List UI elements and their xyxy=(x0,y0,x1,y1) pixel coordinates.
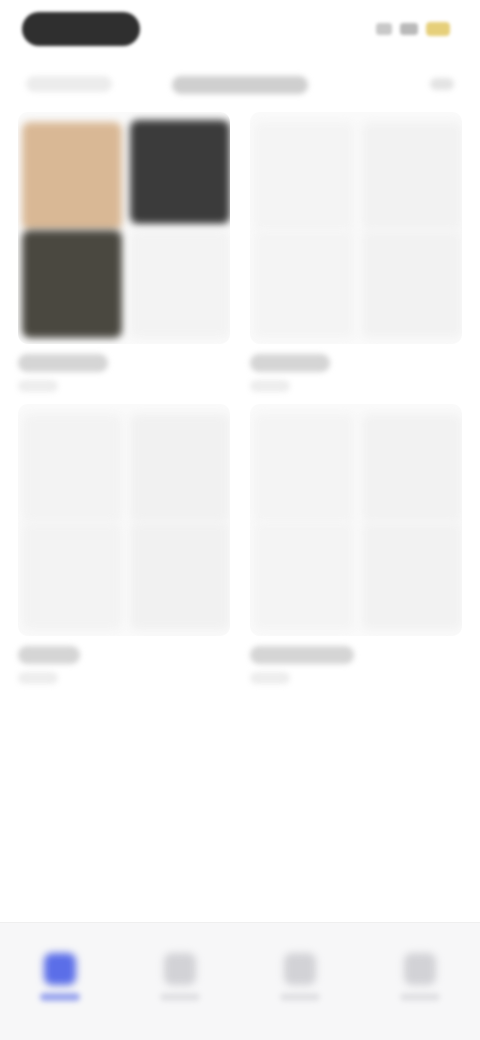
tab-label xyxy=(40,993,80,1001)
status-time xyxy=(22,12,23,13)
album-thumbnail xyxy=(362,522,462,630)
album-thumbnail xyxy=(362,230,462,338)
battery-icon xyxy=(426,22,450,36)
album-count-text xyxy=(18,672,19,673)
album-item[interactable] xyxy=(18,404,230,684)
album-thumbnail xyxy=(130,414,230,522)
album-title-text xyxy=(250,646,251,647)
tab-label-text xyxy=(160,993,161,994)
album-thumbnail xyxy=(254,414,354,522)
photos-albums-screen xyxy=(0,0,480,1040)
album-thumbnail xyxy=(22,414,122,522)
nav-header xyxy=(0,62,480,108)
album-thumbnail xyxy=(254,522,354,630)
photo-library-icon xyxy=(44,953,76,985)
page-title-text xyxy=(172,76,173,77)
back-label xyxy=(26,76,27,77)
album-thumbnail xyxy=(130,120,230,224)
album-thumbnail xyxy=(22,522,122,630)
more-button[interactable] xyxy=(430,78,454,90)
album-count-text xyxy=(250,672,251,673)
tab-for-you[interactable] xyxy=(150,943,210,1003)
album-thumbnail xyxy=(22,230,122,338)
album-cover[interactable] xyxy=(250,112,462,344)
tab-search[interactable] xyxy=(390,943,450,1003)
status-time-pill xyxy=(22,12,140,46)
album-thumbnail xyxy=(130,522,230,630)
status-bar xyxy=(0,0,480,60)
album-item[interactable] xyxy=(250,112,462,392)
album-thumbnail xyxy=(362,414,462,522)
album-thumbnail xyxy=(362,122,462,230)
more-label xyxy=(430,78,431,79)
signal-icon xyxy=(376,23,392,35)
album-cover[interactable] xyxy=(18,112,230,344)
album-title xyxy=(18,354,108,372)
album-cover[interactable] xyxy=(18,404,230,636)
album-thumbnail xyxy=(254,122,354,230)
status-icons xyxy=(376,22,450,36)
album-count xyxy=(250,380,290,392)
tab-label xyxy=(400,993,440,1001)
album-title xyxy=(250,354,330,372)
album-thumbnail xyxy=(254,230,354,338)
tab-label-text xyxy=(40,993,41,994)
album-title-text xyxy=(250,354,251,355)
album-item[interactable] xyxy=(250,404,462,684)
album-title xyxy=(18,646,80,664)
tab-label xyxy=(280,993,320,1001)
albums-icon xyxy=(284,953,316,985)
album-item[interactable] xyxy=(18,112,230,392)
album-title-text xyxy=(18,354,19,355)
album-count xyxy=(250,672,290,684)
tab-label xyxy=(160,993,200,1001)
page-title xyxy=(172,76,308,94)
album-thumbnail xyxy=(130,230,230,338)
album-title xyxy=(250,646,354,664)
back-button[interactable] xyxy=(26,76,112,92)
album-cover[interactable] xyxy=(250,404,462,636)
album-count xyxy=(18,380,58,392)
tab-label-text xyxy=(280,993,281,994)
album-count xyxy=(18,672,58,684)
search-icon xyxy=(404,953,436,985)
album-thumbnail xyxy=(22,122,122,230)
album-title-text xyxy=(18,646,19,647)
album-count-text xyxy=(18,380,19,381)
tab-label-text xyxy=(400,993,401,994)
wifi-icon xyxy=(400,23,418,35)
for-you-icon xyxy=(164,953,196,985)
tab-library[interactable] xyxy=(30,943,90,1003)
album-count-text xyxy=(250,380,251,381)
bottom-tab-bar xyxy=(0,922,480,1040)
tab-albums[interactable] xyxy=(270,943,330,1003)
